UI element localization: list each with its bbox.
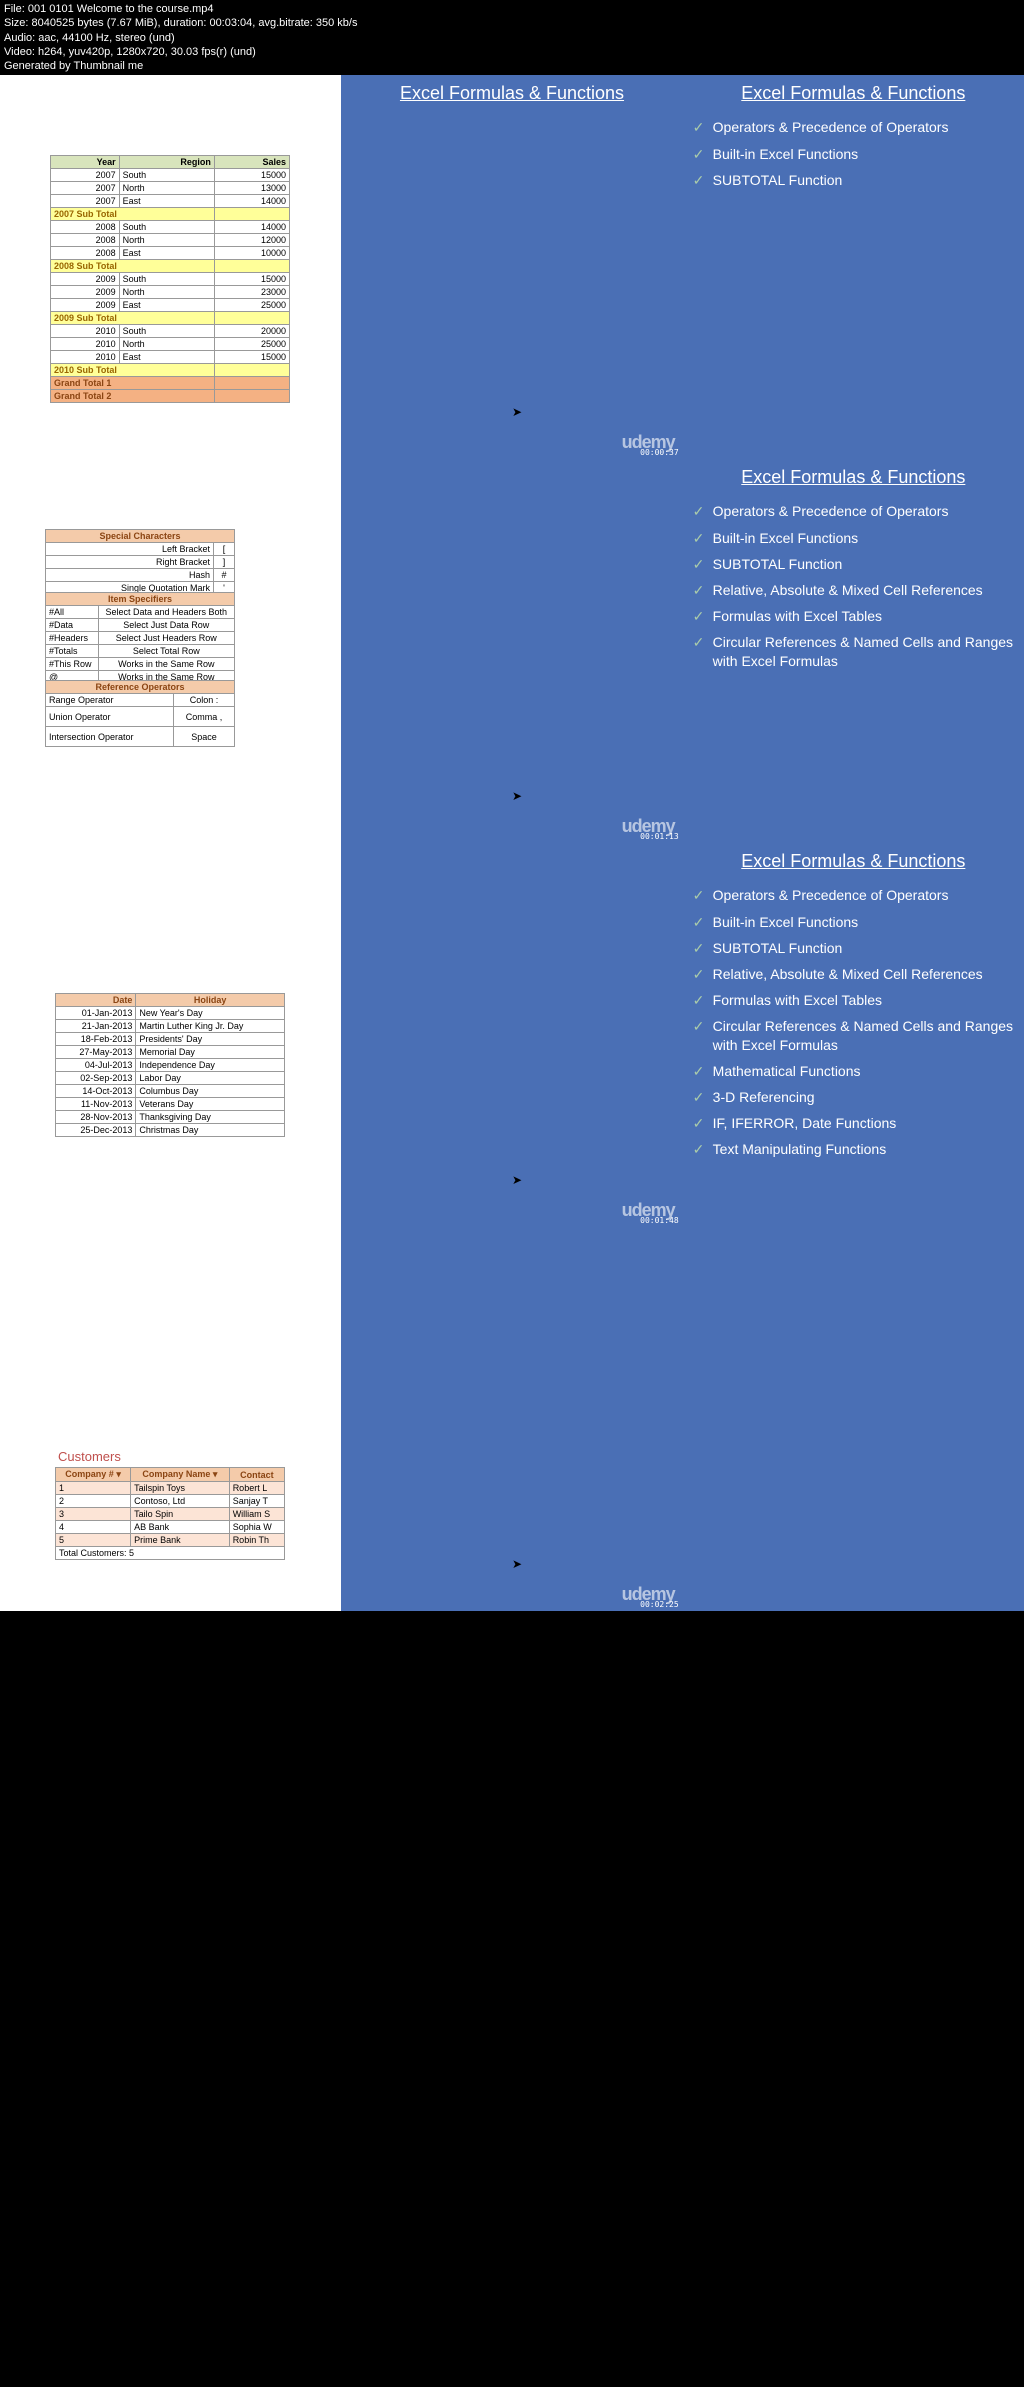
timestamp: 00:00:37 <box>640 448 679 457</box>
timestamp: 00:02:25 <box>640 1600 679 1609</box>
slide-bullet-list: Operators & Precedence of Operators Buil… <box>683 104 1024 193</box>
list-item: 3-D Referencing <box>693 1084 1014 1110</box>
meta-file: File: 001 0101 Welcome to the course.mp4 <box>4 2 1020 16</box>
list-item: Operators & Precedence of Operators <box>693 882 1014 908</box>
slide-title: Excel Formulas & Functions <box>683 83 1024 104</box>
cursor-icon: ➤ <box>512 1173 522 1187</box>
thumbnail-11: ➤ udemy 00:02:25 <box>341 1227 682 1611</box>
customers-table: Company # ▾ Company Name ▾ Contact 1Tail… <box>55 1467 285 1560</box>
special-characters-table: Special Characters Left Bracket[ Right B… <box>45 529 235 595</box>
cursor-icon: ➤ <box>512 1557 522 1571</box>
cursor-icon: ➤ <box>512 789 522 803</box>
timestamp: 00:01:48 <box>640 1216 679 1225</box>
holidays-table: DateHoliday 01-Jan-2013New Year's Day 21… <box>55 993 285 1137</box>
dropdown-icon[interactable]: ▾ <box>213 1469 218 1479</box>
dropdown-icon[interactable]: ▾ <box>116 1469 121 1479</box>
list-item: SUBTOTAL Function <box>693 167 1014 193</box>
sales-subtotal-table: YearRegionSales 2007South15000 2007North… <box>50 155 290 403</box>
thumbnail-grid: YearRegionSales 2007South15000 2007North… <box>0 75 1024 1611</box>
list-item: SUBTOTAL Function <box>693 935 1014 961</box>
thumbnail-2: Excel Formulas & Functions ➤ udemy 00:00… <box>341 75 682 459</box>
thumbnail-6: Excel Formulas & Functions Operators & P… <box>683 459 1024 843</box>
list-item: Built-in Excel Functions <box>693 909 1014 935</box>
list-item: Text Manipulating Functions <box>693 1136 1014 1162</box>
file-metadata: File: 001 0101 Welcome to the course.mp4… <box>0 0 1024 75</box>
cursor-icon: ➤ <box>512 405 522 419</box>
meta-size: Size: 8040525 bytes (7.67 MiB), duration… <box>4 16 1020 30</box>
thumbnail-5: ➤ udemy 00:01:13 <box>341 459 682 843</box>
reference-operators-table: Reference Operators Range OperatorColon … <box>45 680 235 747</box>
timestamp: 00:01:13 <box>640 832 679 841</box>
list-item: Relative, Absolute & Mixed Cell Referenc… <box>693 577 1014 603</box>
slide-bullet-list: Operators & Precedence of Operators Buil… <box>683 488 1024 673</box>
thumbnail-10: Customers Company # ▾ Company Name ▾ Con… <box>0 1227 341 1611</box>
item-specifiers-table: Item Specifiers #AllSelect Data and Head… <box>45 592 235 684</box>
thumbnail-8: ➤ udemy 00:01:48 <box>341 843 682 1227</box>
slide-title: Excel Formulas & Functions <box>341 83 682 104</box>
list-item: Operators & Precedence of Operators <box>693 114 1014 140</box>
meta-video: Video: h264, yuv420p, 1280x720, 30.03 fp… <box>4 45 1020 59</box>
list-item: Mathematical Functions <box>693 1058 1014 1084</box>
list-item: Relative, Absolute & Mixed Cell Referenc… <box>693 961 1014 987</box>
thumbnail-12 <box>683 1227 1024 1611</box>
meta-audio: Audio: aac, 44100 Hz, stereo (und) <box>4 31 1020 45</box>
list-item: Formulas with Excel Tables <box>693 603 1014 629</box>
thumbnail-4: Special Characters Left Bracket[ Right B… <box>0 459 341 843</box>
slide-title: Excel Formulas & Functions <box>683 467 1024 488</box>
list-item: IF, IFERROR, Date Functions <box>693 1110 1014 1136</box>
list-item: Formulas with Excel Tables <box>693 987 1014 1013</box>
thumbnail-1: YearRegionSales 2007South15000 2007North… <box>0 75 341 459</box>
list-item: Operators & Precedence of Operators <box>693 498 1014 524</box>
thumbnail-9: Excel Formulas & Functions Operators & P… <box>683 843 1024 1227</box>
list-item: Circular References & Named Cells and Ra… <box>693 629 1014 673</box>
list-item: SUBTOTAL Function <box>693 551 1014 577</box>
list-item: Circular References & Named Cells and Ra… <box>693 1013 1014 1057</box>
thumbnail-3: Excel Formulas & Functions Operators & P… <box>683 75 1024 459</box>
slide-bullet-list: Operators & Precedence of Operators Buil… <box>683 872 1024 1162</box>
slide-title: Excel Formulas & Functions <box>683 851 1024 872</box>
list-item: Built-in Excel Functions <box>693 525 1014 551</box>
thumbnail-7: DateHoliday 01-Jan-2013New Year's Day 21… <box>0 843 341 1227</box>
list-item: Built-in Excel Functions <box>693 141 1014 167</box>
customers-title: Customers <box>58 1449 121 1464</box>
meta-generator: Generated by Thumbnail me <box>4 59 1020 73</box>
